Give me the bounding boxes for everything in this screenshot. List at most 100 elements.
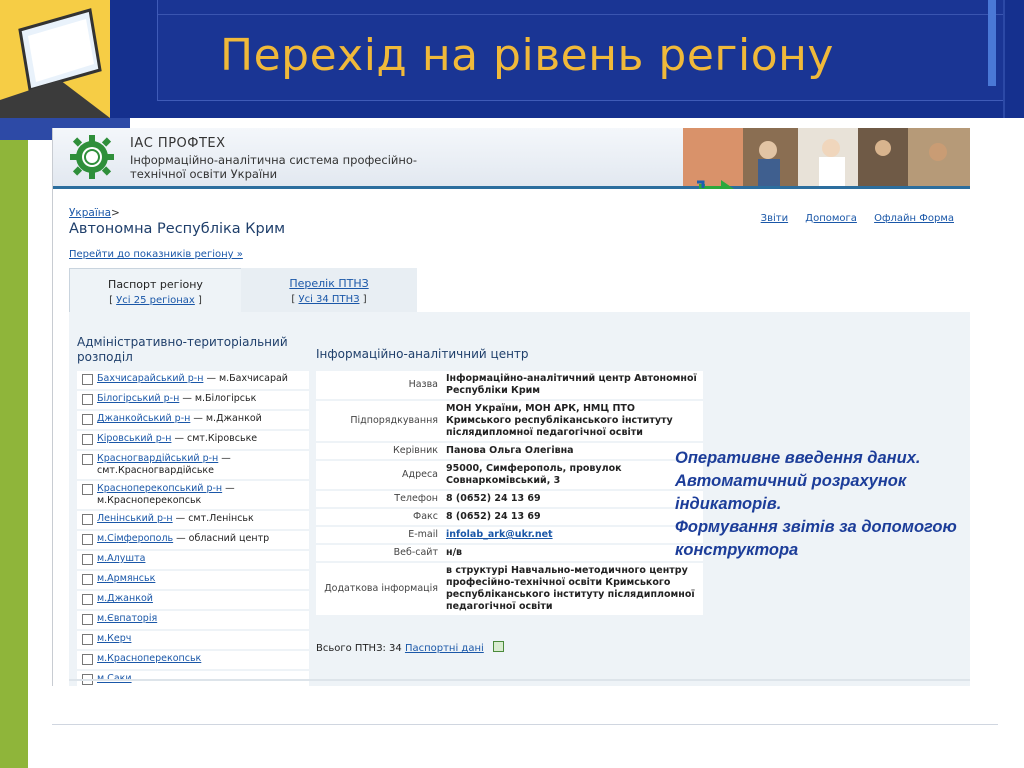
district-checkbox[interactable] [82,374,93,385]
district-item: м.Армянськ [77,571,309,591]
district-item: м.Джанкой [77,591,309,611]
district-center: — м.Бахчисарай [203,373,288,384]
top-nav-links: Звіти Допомога Офлайн Форма [747,213,954,224]
district-checkbox[interactable] [82,554,93,565]
slide-title: Перехід на рівень регіону [220,30,834,81]
district-item: м.Алушта [77,551,309,571]
district-checkbox[interactable] [82,454,93,465]
info-row: Факс 8 (0652) 24 13 69 [316,508,703,527]
info-row: Адреса 95000, Симферополь, провулок Совна… [316,460,703,491]
gear-logo-icon [70,135,114,179]
all-ptnz-link[interactable]: Усі 34 ПТНЗ [298,294,359,305]
district-link[interactable]: Джанкойський р-н [97,413,190,424]
reports-link[interactable]: Звіти [761,213,788,224]
district-link[interactable]: Красногвардійський р-н [97,453,218,464]
export-icon[interactable] [492,641,504,652]
goto-region-indicators-link[interactable]: Перейти до показників регіону » [69,249,243,260]
app-body: Україна > Автономна Республіка Крим Звіт… [53,189,970,686]
help-link[interactable]: Допомога [805,213,857,224]
district-center: — м.Джанкой [190,413,262,424]
info-key: Веб-сайт [316,544,442,563]
title-accent [988,0,996,86]
info-row: E-mail infolab_ark@ukr.net [316,526,703,545]
footer-line [52,724,998,725]
info-row: Телефон 8 (0652) 24 13 69 [316,490,703,509]
district-link[interactable]: Кіровський р-н [97,433,171,444]
district-checkbox[interactable] [82,484,93,495]
callout-line: Формування звітів за допомогою [675,518,957,536]
info-center-heading: Інформаційно-аналітичний центр [316,347,529,361]
district-item: м.Євпаторія [77,611,309,631]
info-row: Веб-сайт н/в [316,544,703,563]
breadcrumb-separator: > [111,207,120,219]
info-key: Телефон [316,490,442,509]
all-regions-link[interactable]: Усі 25 регіонах [116,295,195,306]
district-checkbox[interactable] [82,534,93,545]
district-checkbox[interactable] [82,514,93,525]
region-title: Автономна Республіка Крим [69,221,286,237]
district-link[interactable]: Білогірський р-н [97,393,179,404]
district-checkbox[interactable] [82,434,93,445]
district-checkbox[interactable] [82,414,93,425]
info-value: Панова Ольга Олегівна [442,442,703,461]
app-header: ІАС ПРОФТЕХ Інформаційно-аналітична сист… [53,128,970,189]
callout-line: Автоматичний розрахунок [675,472,907,490]
district-checkbox[interactable] [82,394,93,405]
tab-ptnz-list[interactable]: Перелік ПТНЗ [ Усі 34 ПТНЗ ] [241,268,417,312]
district-item: Красногвардійський р-н — смт.Красногвард… [77,451,309,481]
info-row: Додаткова інформація в структурі Навчальн… [316,562,703,617]
district-item: Кіровський р-н — смт.Кіровське [77,431,309,451]
info-value: МОН України, МОН АРК, НМЦ ПТО Кримського… [442,400,703,443]
callout-line: Оперативне введення даних. [675,449,921,467]
district-item: м.Красноперекопськ [77,651,309,671]
district-link[interactable]: м.Армянськ [97,573,155,584]
breadcrumb-ukraine-link[interactable]: Україна [69,207,111,219]
info-key: Керівник [316,442,442,461]
title-accent-line [1003,0,1005,118]
district-link[interactable]: м.Красноперекопськ [97,653,201,664]
district-checkbox[interactable] [82,654,93,665]
total-ptnz: Всього ПТНЗ: 34 Паспортні дані [316,641,504,654]
corner-computer-graphic [0,0,110,118]
admin-division-heading: Адміністративно-територіальний розподіл [77,335,288,364]
info-key: Факс [316,508,442,527]
app-screenshot: ІАС ПРОФТЕХ Інформаційно-аналітична сист… [52,128,970,686]
district-link[interactable]: м.Алушта [97,553,145,564]
district-checkbox[interactable] [82,634,93,645]
district-link[interactable]: м.Керч [97,633,131,644]
info-value: 8 (0652) 24 13 69 [442,490,703,509]
district-item: м.Сімферополь — обласний центр [77,531,309,551]
tab-region-passport[interactable]: Паспорт регіону [ Усі 25 регіонах ] [69,268,242,313]
district-link[interactable]: м.Джанкой [97,593,153,604]
district-center: — обласний центр [173,533,270,544]
callout-line: конструктора [675,541,799,559]
email-link[interactable]: infolab_ark@ukr.net [446,529,553,540]
district-checkbox[interactable] [82,574,93,585]
district-link[interactable]: Красноперекопський р-н [97,483,222,494]
info-row: Назва Інформаційно-аналітичний центр Авто… [316,371,703,401]
offline-form-link[interactable]: Офлайн Форма [874,213,954,224]
district-item: Білогірський р-н — м.Білогірськ [77,391,309,411]
callout-line: індикаторів. [675,495,782,513]
district-link[interactable]: м.Сімферополь [97,533,173,544]
district-list: Бахчисарайський р-н — м.Бахчисарай Білогі… [77,371,309,686]
info-key: Підпорядкування [316,400,442,443]
district-link[interactable]: Ленінський р-н [97,513,173,524]
brand-description: Інформаційно-аналітична система професій… [130,153,418,181]
info-key: Назва [316,371,442,401]
info-value: infolab_ark@ukr.net [442,526,703,545]
brand-name: ІАС ПРОФТЕХ [130,136,226,151]
info-key: Адреса [316,460,442,491]
info-value: 8 (0652) 24 13 69 [442,508,703,527]
district-checkbox[interactable] [82,594,93,605]
passport-data-link[interactable]: Паспортні дані [405,643,484,654]
info-value: 95000, Симферополь, провулок Совнаркомів… [442,460,703,491]
district-center: — смт.Ленінськ [172,513,254,524]
district-link[interactable]: м.Євпаторія [97,613,157,624]
left-green-bar [0,140,28,768]
district-item: м.Керч [77,631,309,651]
district-item: Бахчисарайський р-н — м.Бахчисарай [77,371,309,391]
district-link[interactable]: Бахчисарайський р-н [97,373,203,384]
callout-text: Оперативне введення даних. Автоматичний р… [675,447,1020,562]
district-checkbox[interactable] [82,614,93,625]
